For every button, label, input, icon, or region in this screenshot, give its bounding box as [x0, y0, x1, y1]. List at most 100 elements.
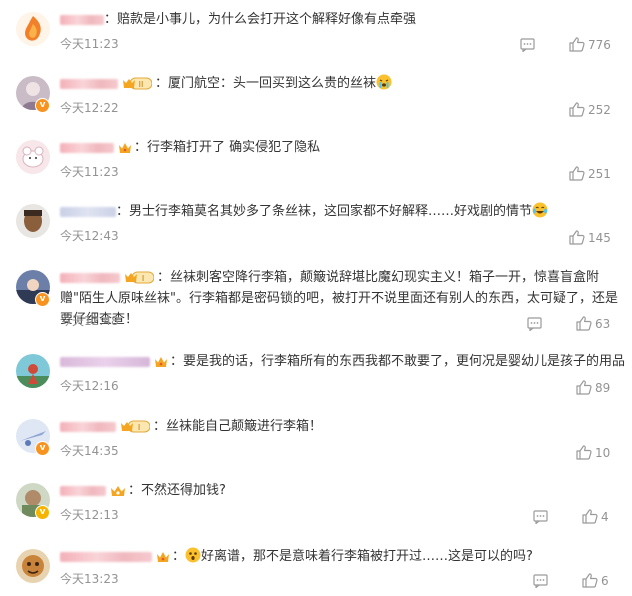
comment-text: 行李箱打开了 确实侵犯了隐私	[147, 140, 321, 155]
cry-emoji	[376, 74, 392, 90]
colon: ：	[116, 204, 130, 219]
vip-badge: v	[35, 441, 50, 456]
thumbs-up-icon	[576, 316, 592, 331]
member-level-icon: II	[123, 77, 152, 90]
like-button[interactable]: 6	[582, 573, 609, 588]
svg-text:II: II	[139, 80, 144, 89]
comment-text: 赔款是小事儿，为什么会打开这个解释好像有点牵强	[117, 12, 417, 27]
reply-button[interactable]	[533, 573, 548, 592]
avatar[interactable]	[16, 204, 50, 238]
member-level-icon: I	[121, 420, 150, 433]
like-count: 6	[601, 573, 609, 588]
colon: ：	[155, 76, 169, 91]
like-count: 776	[588, 37, 611, 52]
vip-badge: v	[35, 505, 50, 520]
reply-button[interactable]	[527, 316, 542, 335]
comment-time: 今天12:16	[60, 379, 119, 393]
crown-icon	[111, 485, 125, 496]
colon: ：	[157, 270, 171, 285]
comment-time: 今天14:35	[60, 444, 119, 458]
like-button[interactable]: 4	[582, 509, 609, 524]
avatar[interactable]	[16, 140, 50, 174]
comment-icon	[520, 38, 535, 53]
colon: ：	[134, 140, 148, 155]
crown-icon	[157, 551, 169, 562]
comment-list: ：赔款是小事儿，为什么会打开这个解释好像有点牵强 今天11:23 776 v I…	[0, 0, 632, 596]
comment-time: 今天12:22	[60, 101, 119, 115]
comment-time: 今天12:48	[60, 314, 119, 328]
thumbs-up-icon	[569, 102, 585, 117]
colon: ：	[170, 354, 184, 369]
username[interactable]	[60, 142, 114, 153]
like-count: 89	[595, 380, 611, 395]
colon: ：	[104, 12, 118, 27]
crown-icon	[155, 356, 167, 367]
vip-badge: v	[35, 98, 50, 113]
member-level-icon: I	[125, 271, 154, 284]
username[interactable]	[60, 356, 150, 367]
comment-text: 好离谱，那不是意味着行李箱被打开过……这是可以的吗?	[201, 549, 533, 564]
like-button[interactable]: 89	[576, 380, 610, 395]
comment-time: 今天11:23	[60, 37, 119, 51]
svg-text:I: I	[142, 274, 144, 283]
username[interactable]	[60, 206, 116, 217]
username[interactable]	[60, 485, 106, 496]
avatar[interactable]	[16, 549, 50, 583]
username[interactable]	[60, 78, 118, 89]
comment-icon	[533, 510, 548, 525]
reply-button[interactable]	[520, 37, 535, 56]
username[interactable]	[60, 421, 116, 432]
comment-text: 不然还得加钱?	[141, 483, 226, 498]
comment-line: ：要是我的话，行李箱所有的东西我都不敢要了，更何况是婴幼儿是孩子的用品	[60, 351, 626, 372]
avatar[interactable]	[16, 12, 50, 46]
comment-line: I ：丝袜能自己颠簸进行李箱！	[60, 416, 622, 437]
comment-icon	[533, 574, 548, 589]
colon: ：	[172, 549, 186, 564]
comment-text: 要是我的话，行李箱所有的东西我都不敢要了，更何况是婴幼儿是孩子的用品	[183, 354, 626, 369]
like-count: 145	[588, 230, 611, 245]
comment-time: 今天12:43	[60, 229, 119, 243]
comment-time: 今天12:13	[60, 508, 119, 522]
like-count: 10	[595, 445, 611, 460]
like-button[interactable]: 145	[569, 230, 611, 245]
like-button[interactable]: 251	[569, 166, 611, 181]
crown-icon	[119, 142, 131, 153]
comment-icon	[527, 317, 542, 332]
thumbs-up-icon	[576, 445, 592, 460]
surprised-emoji	[185, 547, 201, 563]
thumbs-up-icon	[576, 380, 592, 395]
like-button[interactable]: 776	[569, 37, 611, 52]
username[interactable]	[60, 551, 152, 562]
like-count: 4	[601, 509, 609, 524]
comment-text: 厦门航空：头一回买到这么贵的丝袜	[168, 76, 377, 91]
colon: ：	[128, 483, 142, 498]
reply-button[interactable]	[533, 509, 548, 528]
username[interactable]	[60, 272, 120, 283]
thumbs-up-icon	[582, 509, 598, 524]
avatar[interactable]	[16, 354, 50, 388]
like-count: 251	[588, 166, 611, 181]
comment-line: ： 好离谱，那不是意味着行李箱被打开过……这是可以的吗?	[60, 546, 622, 567]
thumbs-up-icon	[569, 166, 585, 181]
like-button[interactable]: 252	[569, 102, 611, 117]
comment-text: 男士行李箱莫名其妙多了条丝袜，这回家都不好解释……好戏剧的情节	[129, 204, 533, 219]
comment-line: ：男士行李箱莫名其妙多了条丝袜，这回家都不好解释……好戏剧的情节	[60, 201, 622, 222]
like-count: 252	[588, 102, 611, 117]
like-count: 63	[595, 316, 611, 331]
comment-line: ：赔款是小事儿，为什么会打开这个解释好像有点牵强	[60, 9, 622, 30]
comment-line: II ：厦门航空：头一回买到这么贵的丝袜	[60, 73, 622, 94]
like-button[interactable]: 63	[576, 316, 610, 331]
thumbs-up-icon	[582, 573, 598, 588]
laugh-cry-emoji	[532, 202, 548, 218]
thumbs-up-icon	[569, 37, 585, 52]
comment-line: ：行李箱打开了 确实侵犯了隐私	[60, 137, 622, 158]
comment-line: ：不然还得加钱?	[60, 480, 622, 501]
colon: ：	[153, 419, 167, 434]
like-button[interactable]: 10	[576, 445, 610, 460]
vip-badge: v	[35, 292, 50, 307]
comment-time: 今天13:23	[60, 572, 119, 586]
username[interactable]	[60, 14, 104, 25]
comment-text: 丝袜能自己颠簸进行李箱！	[166, 419, 323, 434]
comment-time: 今天11:23	[60, 165, 119, 179]
thumbs-up-icon	[569, 230, 585, 245]
